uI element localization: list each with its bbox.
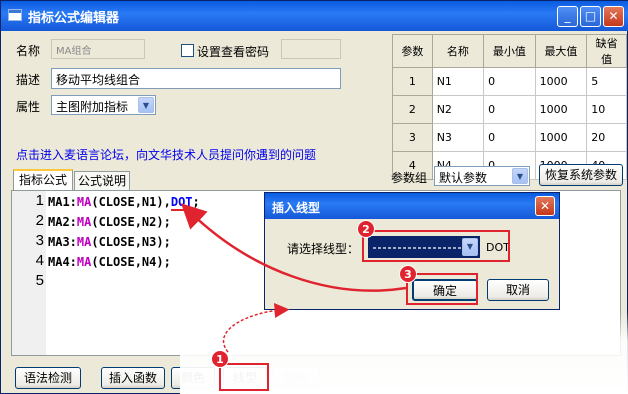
tab-formula[interactable]: 指标公式 (13, 169, 73, 191)
step-badge-3: 3 (399, 265, 417, 283)
attribute-select-value: 主图附加指标 (56, 100, 129, 114)
close-button[interactable]: ✕ (603, 6, 624, 27)
separator: , (163, 195, 171, 209)
line-type-keyword: DOT (170, 195, 193, 211)
minimize-button[interactable]: _ (557, 6, 578, 27)
dialog-title[interactable]: 插入线型 (265, 193, 559, 219)
restore-params-button[interactable]: 恢复系统参数 (539, 164, 623, 186)
password-checkbox-label: 设置查看密码 (197, 45, 270, 59)
col-header-default[interactable]: 缺省值 (586, 34, 627, 68)
function-args: (CLOSE,N4) (91, 255, 164, 269)
code-line[interactable]: MA2:MA(CLOSE,N2); (48, 215, 171, 229)
tab-formula-description[interactable]: 公式说明 (74, 171, 130, 190)
function-args: (CLOSE,N3) (91, 235, 164, 249)
insert-function-button[interactable]: 插入函数 (101, 367, 165, 389)
param-default-cell[interactable]: 20 (586, 123, 627, 152)
table-row[interactable]: 3 N3 0 1000 20 (392, 123, 627, 152)
row-index: 2 (392, 95, 433, 124)
function-name: MA (76, 255, 92, 269)
param-group-label: 参数组 (391, 171, 428, 185)
forum-link[interactable]: 点击进入麦语言论坛，向文华技术人员提问你遇到的问题 (16, 146, 316, 163)
password-checkbox[interactable] (181, 44, 194, 57)
attribute-select[interactable]: 主图附加指标 ▼ (51, 95, 156, 115)
statement-end: ; (192, 195, 200, 209)
variable-name: MA4: (48, 255, 77, 269)
step-badge-1: 1 (211, 350, 229, 368)
param-default-cell[interactable]: 5 (586, 67, 627, 96)
name-label: 名称 (16, 44, 41, 58)
password-field[interactable] (281, 39, 341, 59)
function-args: (CLOSE,N1) (91, 195, 164, 209)
title-bar[interactable]: 指标公式编辑器 _ □ ✕ (1, 1, 628, 31)
col-header-max[interactable]: 最大值 (534, 34, 588, 68)
statement-end: ; (163, 255, 171, 269)
name-field[interactable]: MA组合 (51, 39, 145, 59)
param-max-cell[interactable]: 1000 (534, 123, 588, 152)
line-number: 5 (35, 272, 44, 289)
param-group-select[interactable]: 默认参数 ▼ (434, 166, 530, 186)
line-number: 3 (35, 232, 44, 249)
col-header-min[interactable]: 最小值 (483, 34, 536, 68)
description-field[interactable]: 移动平均线组合 (51, 68, 341, 89)
chevron-down-icon[interactable]: ▼ (512, 168, 528, 184)
highlight-line-type-select (362, 230, 510, 262)
param-default-cell[interactable]: 10 (586, 95, 627, 124)
cancel-button[interactable]: 取消 (487, 279, 549, 301)
statement-end: ; (163, 235, 171, 249)
syntax-check-button[interactable]: 语法检测 (15, 367, 81, 389)
col-header-name[interactable]: 名称 (431, 34, 485, 68)
maximize-button[interactable]: □ (580, 6, 601, 27)
code-line[interactable]: MA1:MA(CLOSE,N1),DOT; (48, 195, 200, 211)
function-name: MA (76, 195, 92, 209)
variable-name: MA3: (48, 235, 77, 249)
function-args: (CLOSE,N2) (91, 215, 164, 229)
param-max-cell[interactable]: 1000 (534, 67, 588, 96)
table-row[interactable]: 1 N1 0 1000 5 (392, 67, 627, 96)
code-line[interactable]: MA4:MA(CLOSE,N4); (48, 255, 171, 269)
variable-name: MA2: (48, 215, 77, 229)
highlight-ok-button (406, 273, 478, 305)
description-label: 描述 (16, 73, 41, 87)
param-min-cell[interactable]: 0 (483, 123, 536, 152)
chevron-down-icon[interactable]: ▼ (138, 97, 154, 113)
table-row[interactable]: 2 N2 0 1000 10 (392, 95, 627, 124)
variable-name: MA1: (48, 195, 77, 209)
function-name: MA (76, 235, 92, 249)
attribute-label: 属性 (16, 100, 41, 114)
highlight-line-type-button (219, 363, 269, 391)
param-max-cell[interactable]: 1000 (534, 95, 588, 124)
line-number: 2 (35, 212, 44, 229)
code-line[interactable]: MA3:MA(CLOSE,N3); (48, 235, 171, 249)
param-group-value: 默认参数 (439, 171, 488, 185)
dialog-close-button[interactable]: ✕ (535, 196, 555, 216)
col-header-param[interactable]: 参数 (392, 34, 433, 68)
param-name-cell[interactable]: N3 (431, 123, 485, 152)
statement-end: ; (163, 215, 171, 229)
param-name-cell[interactable]: N2 (431, 95, 485, 124)
row-index: 1 (392, 67, 433, 96)
param-min-cell[interactable]: 0 (483, 67, 536, 96)
param-min-cell[interactable]: 0 (483, 95, 536, 124)
line-number: 1 (35, 192, 44, 209)
window-icon (8, 9, 22, 21)
params-table: 参数 名称 最小值 最大值 缺省值 1 N1 0 1000 5 2 N2 0 1… (392, 34, 627, 180)
step-badge-2: 2 (357, 220, 375, 238)
function-name: MA (76, 215, 92, 229)
param-name-cell[interactable]: N1 (431, 67, 485, 96)
line-number: 4 (35, 252, 44, 269)
row-index: 3 (392, 123, 433, 152)
select-line-type-label: 请选择线型： (287, 242, 360, 256)
window-title: 指标公式编辑器 (28, 11, 120, 26)
